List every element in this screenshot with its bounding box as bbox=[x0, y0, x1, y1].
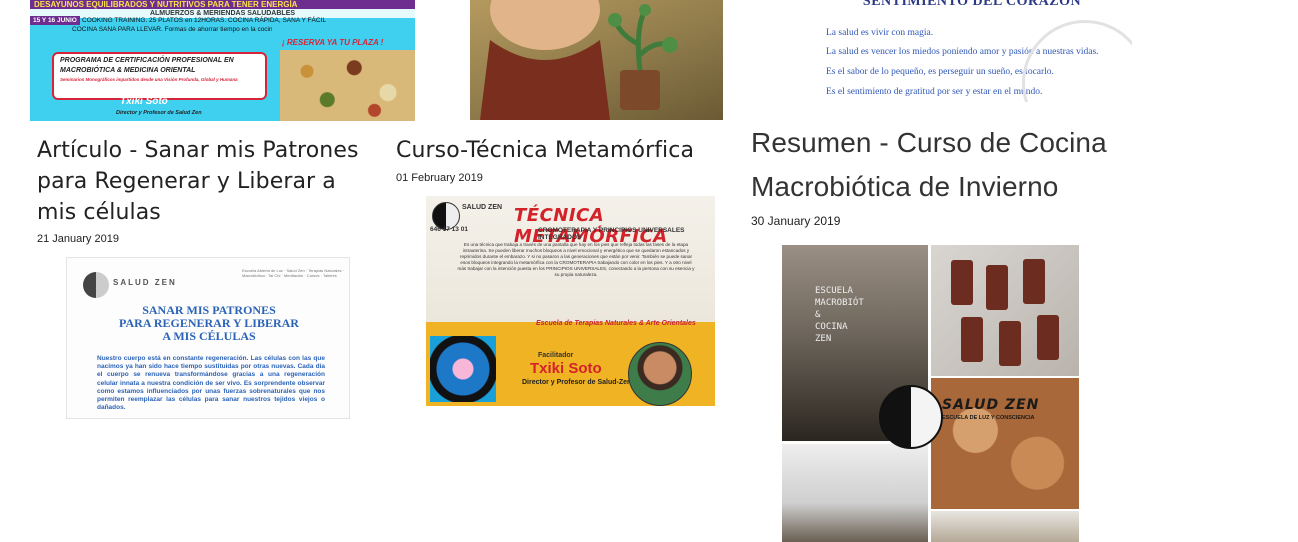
yin-yang-icon bbox=[879, 385, 943, 449]
chalkboard-text: ESCUELA MACROBIÓT & COCINA ZEN bbox=[815, 285, 864, 345]
quote-line: Es el sabor de lo pequeño, es perseguir … bbox=[826, 67, 1054, 77]
facilitator-name: Txiki Soto bbox=[530, 360, 602, 377]
post-title-link[interactable]: Resumen - Curso de Cocina Macrobiótica d… bbox=[751, 121, 1131, 209]
image-heading-line: A MIS CÉLULAS bbox=[162, 329, 256, 343]
monk-illustration-image[interactable] bbox=[470, 0, 723, 120]
group-photo bbox=[931, 511, 1079, 542]
cert-line-2: MACROBIÓTICA & MEDICINA ORIENTAL bbox=[60, 67, 196, 74]
banner-sign-name: Txiki Soto bbox=[120, 96, 168, 107]
banner-line-2: COCINA SANA PARA LLEVAR. Formas de ahorr… bbox=[72, 26, 272, 33]
food-bar bbox=[999, 321, 1021, 366]
baked-bars-photo bbox=[931, 245, 1079, 376]
yin-yang-icon bbox=[83, 272, 109, 298]
banner-sign-role: Director y Profesor de Salud Zen bbox=[116, 110, 202, 116]
post-date: 30 January 2019 bbox=[751, 214, 841, 228]
phone-number: 646 17 13 01 bbox=[430, 226, 468, 233]
quote-heading: SENTIMIENTO DEL CORAZÓN bbox=[862, 0, 1082, 9]
students-photo bbox=[782, 444, 928, 542]
food-bar bbox=[951, 260, 973, 305]
cert-line-1: PROGRAMA DE CERTIFICACIÓN PROFESIONAL EN bbox=[60, 57, 234, 64]
post-date: 01 February 2019 bbox=[396, 172, 483, 184]
beans-photo bbox=[280, 50, 415, 121]
post-date: 21 January 2019 bbox=[37, 233, 119, 245]
school-name: Escuela de Terapias Naturales & Arte Ori… bbox=[536, 320, 696, 327]
cert-line-3: Seminarios Monográficos impartidos desde… bbox=[60, 77, 238, 82]
contact-sidebar-text: Escuela Abierta de Luz · Salud Zen · Ter… bbox=[242, 268, 344, 278]
flyer-body-text: Es una técnica que trabaja a través de u… bbox=[457, 242, 695, 277]
banner-strip-top: DESAYUNOS EQUILIBRADOS Y NUTRITIVOS PARA… bbox=[30, 0, 415, 9]
post-featured-image[interactable]: SALUD ZEN 646 17 13 01 TÉCNICA METAMÓRFI… bbox=[426, 196, 715, 406]
image-body-text: Nuestro cuerpo está en constante regener… bbox=[97, 355, 325, 412]
chalk-line: ESCUELA bbox=[815, 286, 853, 296]
chalk-line: MACROBIÓT bbox=[815, 298, 864, 308]
food-bar bbox=[1023, 259, 1045, 304]
quote-line: Es el sentimiento de gratitud por ser y … bbox=[826, 87, 1043, 97]
post-title-link[interactable]: Curso-Técnica Metamórfica bbox=[396, 135, 716, 166]
brand-logo-text: SALUD ZEN bbox=[942, 397, 1040, 413]
facilitator-role: Director y Profesor de Salud-Zen bbox=[522, 379, 632, 386]
reserve-cta: ¡ RESERVA YA TU PLAZA ! bbox=[282, 38, 384, 47]
food-bar bbox=[961, 317, 983, 362]
food-bar bbox=[1037, 315, 1059, 360]
heart-feeling-quote-image[interactable]: SENTIMIENTO DEL CORAZÓN La salud es vivi… bbox=[812, 0, 1132, 102]
facilitator-label: Facilitador bbox=[538, 352, 574, 359]
food-bar bbox=[986, 265, 1008, 310]
chalk-line: & bbox=[815, 310, 821, 320]
facilitator-photo bbox=[628, 342, 692, 406]
butterfly-image bbox=[430, 336, 496, 402]
brand-logo-text: SALUD ZEN bbox=[113, 278, 177, 287]
brand-subtitle: ESCUELA DE LUZ Y CONSCIENCIA bbox=[942, 415, 1035, 421]
watermark-circle bbox=[1022, 20, 1132, 102]
certification-box: PROGRAMA DE CERTIFICACIÓN PROFESIONAL EN… bbox=[52, 52, 267, 100]
post-featured-image[interactable]: SALUD ZEN Escuela Abierta de Luz · Salud… bbox=[66, 257, 350, 419]
banner-line-1: COOKING TRAINING. 25 PLATOS en 12HORAS. … bbox=[82, 17, 326, 24]
monk-illustration bbox=[480, 0, 678, 120]
banner-date-badge: 15 Y 16 JUNIO bbox=[30, 16, 80, 25]
post-title-link[interactable]: Artículo - Sanar mis Patrones para Regen… bbox=[37, 135, 367, 228]
quote-line: La salud es vivir con magia. bbox=[826, 28, 934, 38]
image-heading: SANAR MIS PATRONES PARA REGENERAR Y LIBE… bbox=[67, 304, 349, 343]
brand-logo-text: SALUD ZEN bbox=[462, 204, 503, 211]
flyer-subheading: CROMOTERAPIA Y PRINCIPIOS UNIVERSALES IN… bbox=[538, 227, 685, 241]
chalk-line: COCINA bbox=[815, 322, 848, 332]
post-featured-image[interactable]: ESCUELA MACROBIÓT & COCINA ZEN SALUD ZEN… bbox=[782, 245, 1079, 542]
chalk-line: ZEN bbox=[815, 334, 832, 344]
cooking-course-banner[interactable]: DESAYUNOS EQUILIBRADOS Y NUTRITIVOS PARA… bbox=[30, 0, 415, 121]
